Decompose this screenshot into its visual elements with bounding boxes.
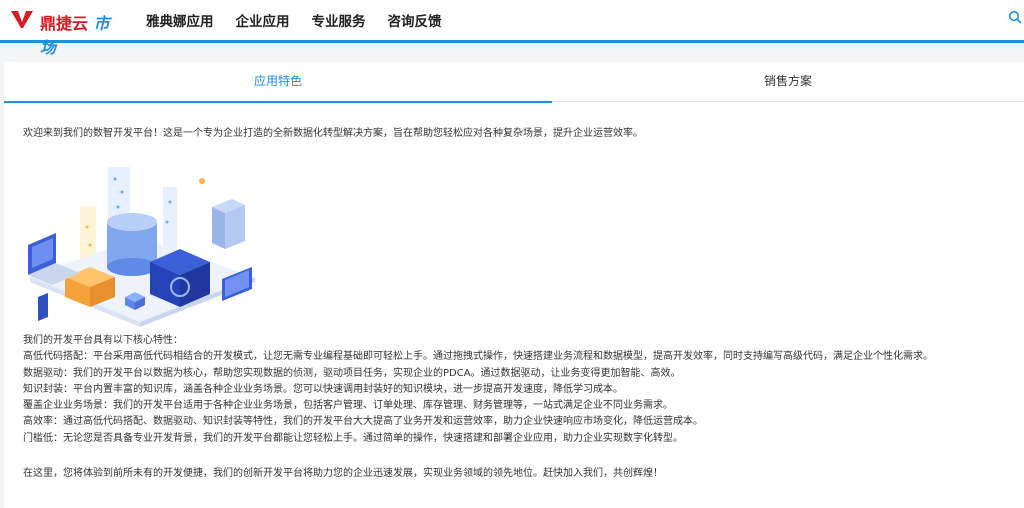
features-list: 我们的开发平台具有以下核心特性： 高低代码搭配：平台采用高低代码相结合的开发模式… (23, 333, 933, 447)
feature-item: 数据驱动：我们的开发平台以数据为核心，帮助您实现数据的侦测，驱动项目任务，实现企… (23, 367, 681, 379)
brand-logo[interactable]: 鼎捷云 市场 (10, 8, 125, 57)
feature-item: 覆盖企业业务场景：我们的开发平台适用于各种企业业务场景，包括客户管理、订单处理、… (23, 400, 673, 412)
feature-item: 知识封装：平台内置丰富的知识库，涵盖各种企业业务场景。您可以快速调用封装好的知识… (23, 383, 623, 395)
feature-item: 高低代码搭配：平台采用高低代码相结合的开发模式，让您无需专业编程基础即可轻松上手… (23, 351, 933, 363)
feature-item: 高效率：通过高低代码搭配、数据驱动、知识封装等特性，我们的开发平台大大提高了业务… (23, 416, 703, 428)
nav-enterprise-apps[interactable]: 企业应用 (236, 10, 290, 30)
logo-icon (11, 11, 33, 28)
tab-app-features[interactable]: 应用特色 (4, 62, 552, 103)
nav-consult-feedback[interactable]: 咨询反馈 (388, 10, 442, 30)
tab-sales-plan[interactable]: 销售方案 (552, 62, 1024, 101)
outro-text: 在这里，您将体验到前所未有的开发便捷，我们的创新开发平台将助力您的企业迅速发展，… (23, 468, 663, 479)
intro-text: 欢迎来到我们的数智开发平台！这是一个专为企业打造的全新数据化转型解决方案，旨在帮… (23, 128, 643, 139)
content-card: 应用特色 销售方案 欢迎来到我们的数智开发平台！这是一个专为企业打造的全新数据化… (4, 62, 1024, 508)
platform-illustration (28, 167, 255, 327)
tab-bar: 应用特色 销售方案 (4, 62, 1024, 103)
logo-text-primary: 鼎捷云 (40, 14, 89, 33)
top-header: 鼎捷云 市场 雅典娜应用 企业应用 专业服务 咨询反馈 (0, 0, 1024, 57)
feature-item: 门槛低：无论您是否具备专业开发背景，我们的开发平台都能让您轻松上手。通过简单的操… (23, 432, 683, 444)
search-icon[interactable] (1008, 10, 1022, 24)
main-nav: 雅典娜应用 企业应用 专业服务 咨询反馈 (136, 0, 464, 40)
features-heading: 我们的开发平台具有以下核心特性： (23, 335, 183, 346)
nav-professional-services[interactable]: 专业服务 (312, 10, 366, 30)
nav-athena-apps[interactable]: 雅典娜应用 (146, 10, 214, 30)
